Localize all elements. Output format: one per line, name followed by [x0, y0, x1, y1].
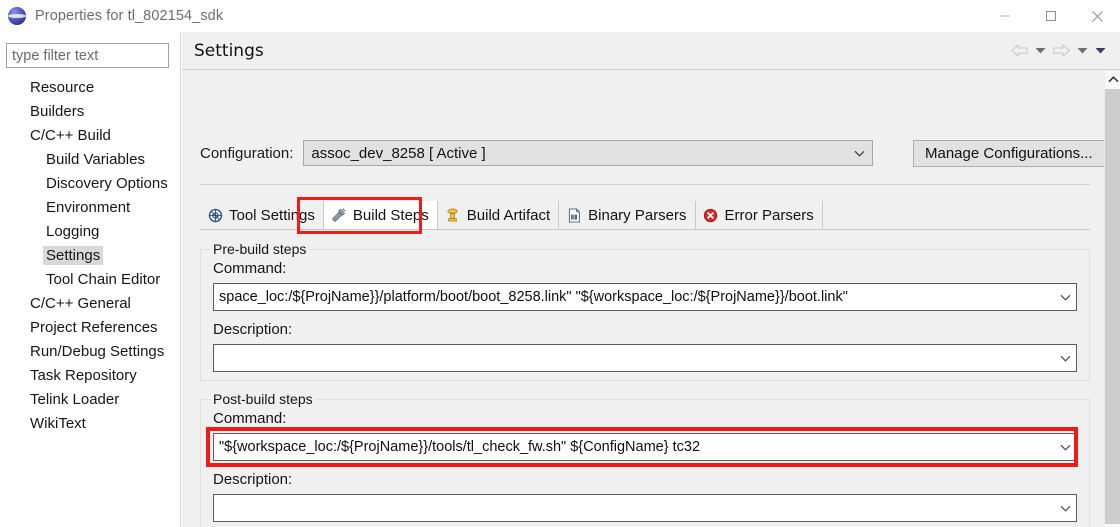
tab-binary-parsers[interactable]: Binary Parsers — [559, 201, 696, 229]
settings-pane: Settings Configuration: assoc_dev_8258 [… — [182, 32, 1120, 527]
maximize-icon[interactable] — [1028, 0, 1074, 32]
pane-menu-chevron-down-icon[interactable] — [1092, 39, 1108, 61]
sidebar-item-label: C/C++ Build — [30, 126, 111, 144]
sidebar-item-label: C/C++ General — [30, 294, 131, 312]
filter-input[interactable] — [6, 43, 169, 68]
chevron-down-icon — [1054, 505, 1076, 512]
scrollbar-thumb[interactable] — [1105, 89, 1120, 524]
sidebar-item-label: WikiText — [30, 414, 86, 432]
build-artifact-icon — [445, 207, 461, 223]
vertical-scrollbar[interactable] — [1104, 71, 1120, 527]
tool-settings-icon — [207, 207, 223, 223]
settings-sidebar: Resource Builders C/C++ Build Build Vari… — [0, 32, 181, 527]
forward-arrow-icon[interactable] — [1050, 39, 1072, 61]
sidebar-item-label: Tool Chain Editor — [46, 270, 161, 288]
post-build-command-label: Command: — [213, 410, 287, 427]
post-build-command-value: "${workspace_loc:/${ProjName}}/tools/tl_… — [219, 439, 701, 455]
pre-build-description-combo[interactable] — [213, 344, 1077, 372]
pre-build-steps-group: Pre-build steps Command: space_loc:/${Pr… — [200, 241, 1090, 381]
tab-build-artifact[interactable]: Build Artifact — [437, 201, 560, 229]
tab-label: Build Steps — [352, 206, 429, 224]
window-controls — [982, 0, 1120, 32]
sidebar-item-run-debug-settings[interactable]: Run/Debug Settings — [0, 339, 180, 363]
tab-label: Tool Settings — [229, 206, 315, 224]
settings-tree: Resource Builders C/C++ Build Build Vari… — [0, 75, 180, 435]
sidebar-item-c-cpp-general[interactable]: C/C++ General — [0, 291, 180, 315]
sidebar-item-task-repository[interactable]: Task Repository — [0, 363, 180, 387]
title-bar: Properties for tl_802154_sdk — [0, 0, 1120, 32]
configuration-divider — [200, 184, 1090, 185]
pre-build-command-combo[interactable]: space_loc:/${ProjName}}/platform/boot/bo… — [213, 283, 1077, 311]
sidebar-item-environment[interactable]: Environment — [0, 195, 180, 219]
error-parsers-icon — [703, 207, 719, 223]
sidebar-item-label: Build Variables — [46, 150, 145, 168]
page-title: Settings — [194, 41, 264, 61]
close-icon[interactable] — [1074, 0, 1120, 32]
sidebar-item-label: Telink Loader — [30, 390, 120, 408]
sidebar-item-telink-loader[interactable]: Telink Loader — [0, 387, 180, 411]
sidebar-item-tool-chain-editor[interactable]: Tool Chain Editor — [0, 267, 180, 291]
configuration-label: Configuration: — [200, 144, 294, 162]
tab-error-parsers[interactable]: Error Parsers — [695, 201, 823, 229]
post-build-description-combo[interactable] — [213, 494, 1077, 522]
sidebar-item-c-cpp-build[interactable]: C/C++ Build — [0, 123, 180, 147]
chevron-down-icon — [1054, 294, 1076, 301]
sidebar-item-label: Task Repository — [30, 366, 137, 384]
build-steps-icon — [331, 207, 347, 223]
settings-tabs: Tool Settings Build Steps Build Artifact… — [200, 201, 1090, 230]
minimize-icon[interactable] — [982, 0, 1028, 32]
pane-body: Configuration: assoc_dev_8258 [ Active ]… — [182, 71, 1104, 527]
eclipse-globe-icon — [8, 7, 26, 25]
window-title: Properties for tl_802154_sdk — [35, 8, 224, 24]
pre-build-command-value: space_loc:/${ProjName}}/platform/boot/bo… — [219, 289, 848, 305]
pane-header: Settings — [182, 32, 1120, 70]
sidebar-item-label: Settings — [43, 245, 104, 265]
chevron-down-icon — [854, 144, 865, 162]
chevron-down-icon — [1054, 444, 1076, 451]
sidebar-item-label: Discovery Options — [46, 174, 168, 192]
sidebar-item-label: Resource — [30, 78, 95, 96]
chevron-down-icon — [1054, 355, 1076, 362]
configuration-row: Configuration: assoc_dev_8258 [ Active ]… — [200, 140, 1104, 167]
binary-parsers-icon — [566, 207, 582, 223]
post-build-steps-group: Post-build steps Command: "${workspace_l… — [200, 391, 1090, 527]
post-build-command-combo[interactable]: "${workspace_loc:/${ProjName}}/tools/tl_… — [213, 433, 1077, 461]
tab-label: Build Artifact — [466, 206, 551, 224]
sidebar-item-label: Run/Debug Settings — [30, 342, 165, 360]
sidebar-item-label: Project References — [30, 318, 158, 336]
sidebar-item-settings[interactable]: Settings — [0, 243, 180, 267]
configuration-value: assoc_dev_8258 [ Active ] — [311, 144, 486, 162]
sidebar-item-project-references[interactable]: Project References — [0, 315, 180, 339]
pre-build-command-label: Command: — [213, 260, 287, 277]
back-history-chevron-down-icon[interactable] — [1032, 39, 1048, 61]
post-build-steps-title: Post-build steps — [210, 391, 316, 407]
back-arrow-icon[interactable] — [1008, 39, 1030, 61]
sidebar-item-label: Builders — [30, 102, 85, 120]
sidebar-item-discovery-options[interactable]: Discovery Options — [0, 171, 180, 195]
sidebar-item-wikitext[interactable]: WikiText — [0, 411, 180, 435]
manage-configurations-button[interactable]: Manage Configurations... — [913, 140, 1104, 167]
properties-dialog: Properties for tl_802154_sdk Resource Bu… — [0, 0, 1120, 527]
tab-build-steps[interactable]: Build Steps — [323, 201, 438, 229]
sidebar-item-resource[interactable]: Resource — [0, 75, 180, 99]
sidebar-item-build-variables[interactable]: Build Variables — [0, 147, 180, 171]
sidebar-item-builders[interactable]: Builders — [0, 99, 180, 123]
configuration-select[interactable]: assoc_dev_8258 [ Active ] — [303, 140, 874, 166]
sidebar-item-label: Logging — [46, 222, 100, 240]
post-build-description-label: Description: — [213, 471, 293, 488]
sidebar-item-label: Environment — [46, 198, 131, 216]
pre-build-description-label: Description: — [213, 321, 293, 338]
pane-navigation — [1008, 39, 1108, 61]
pre-build-steps-title: Pre-build steps — [210, 241, 310, 257]
sidebar-item-logging[interactable]: Logging — [0, 219, 180, 243]
tab-tool-settings[interactable]: Tool Settings — [200, 201, 324, 229]
forward-history-chevron-down-icon[interactable] — [1074, 39, 1090, 61]
tab-label: Error Parsers — [724, 206, 814, 224]
scroll-up-chevron-up-icon[interactable] — [1105, 71, 1120, 88]
tab-label: Binary Parsers — [588, 206, 687, 224]
